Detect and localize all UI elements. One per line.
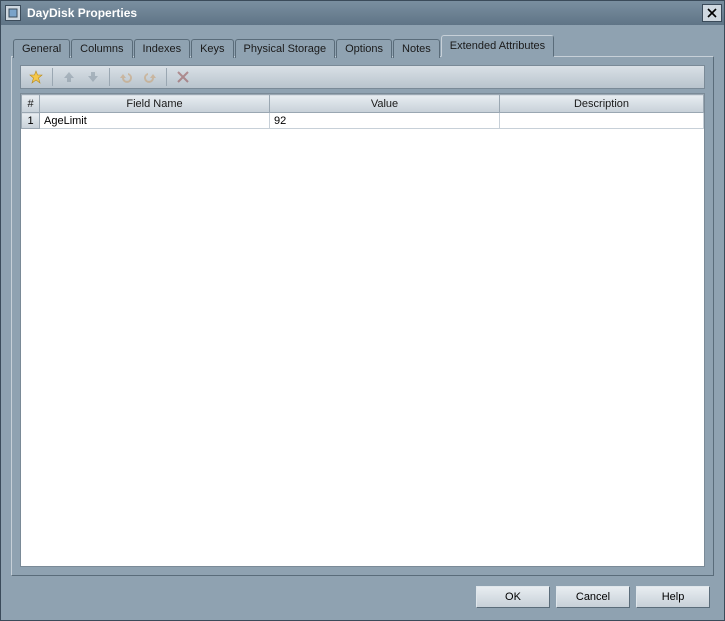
col-header-rownum[interactable]: #: [22, 95, 40, 113]
tab-label: Keys: [200, 43, 224, 55]
delete-icon: [177, 71, 189, 83]
close-button[interactable]: [702, 4, 722, 22]
window-title: DayDisk Properties: [27, 6, 702, 20]
tab-label: Columns: [80, 43, 123, 55]
arrow-up-icon: [62, 70, 76, 84]
toolbar-separator: [52, 68, 53, 86]
tab-physical-storage[interactable]: Physical Storage: [235, 39, 336, 58]
redo-icon: [143, 70, 157, 84]
row-number: 1: [22, 113, 40, 129]
tab-indexes[interactable]: Indexes: [134, 39, 191, 58]
col-header-description[interactable]: Description: [500, 95, 704, 113]
tab-panel-extended-attributes: # Field Name Value Description 1 AgeLimi…: [11, 56, 714, 576]
toolbar-separator: [109, 68, 110, 86]
ok-button[interactable]: OK: [476, 586, 550, 608]
button-label: OK: [505, 591, 521, 603]
client-area: General Columns Indexes Keys Physical St…: [1, 25, 724, 620]
tab-label: Notes: [402, 43, 431, 55]
undo-icon: [119, 70, 133, 84]
tab-label: Options: [345, 43, 383, 55]
properties-dialog: DayDisk Properties General Columns Index…: [0, 0, 725, 621]
tab-options[interactable]: Options: [336, 39, 392, 58]
cell-description[interactable]: [500, 113, 704, 129]
dialog-buttons: OK Cancel Help: [11, 576, 714, 616]
tab-label: Indexes: [143, 43, 182, 55]
tab-keys[interactable]: Keys: [191, 39, 233, 58]
col-header-field-name[interactable]: Field Name: [40, 95, 270, 113]
toolbar: [20, 65, 705, 89]
titlebar: DayDisk Properties: [1, 1, 724, 25]
new-button[interactable]: [25, 67, 47, 87]
redo-button[interactable]: [139, 67, 161, 87]
cancel-button[interactable]: Cancel: [556, 586, 630, 608]
arrow-down-icon: [86, 70, 100, 84]
undo-button[interactable]: [115, 67, 137, 87]
delete-button[interactable]: [172, 67, 194, 87]
help-button[interactable]: Help: [636, 586, 710, 608]
window-sysicon: [5, 5, 21, 21]
button-label: Cancel: [576, 591, 610, 603]
move-up-button[interactable]: [58, 67, 80, 87]
tab-extended-attributes[interactable]: Extended Attributes: [441, 35, 554, 57]
cell-value[interactable]: 92: [270, 113, 500, 129]
attributes-grid[interactable]: # Field Name Value Description 1 AgeLimi…: [20, 93, 705, 567]
cell-field-name[interactable]: AgeLimit: [40, 113, 270, 129]
col-header-value[interactable]: Value: [270, 95, 500, 113]
close-icon: [707, 8, 717, 18]
tab-columns[interactable]: Columns: [71, 39, 132, 58]
table-row[interactable]: 1 AgeLimit 92: [22, 113, 704, 129]
tab-label: General: [22, 43, 61, 55]
new-icon: [29, 70, 43, 84]
move-down-button[interactable]: [82, 67, 104, 87]
button-label: Help: [662, 591, 685, 603]
tab-label: Physical Storage: [244, 43, 327, 55]
grid-header-row: # Field Name Value Description: [22, 95, 704, 113]
tab-strip: General Columns Indexes Keys Physical St…: [11, 35, 714, 57]
tab-notes[interactable]: Notes: [393, 39, 440, 58]
tab-general[interactable]: General: [13, 39, 70, 58]
tab-label: Extended Attributes: [450, 40, 545, 52]
toolbar-separator: [166, 68, 167, 86]
